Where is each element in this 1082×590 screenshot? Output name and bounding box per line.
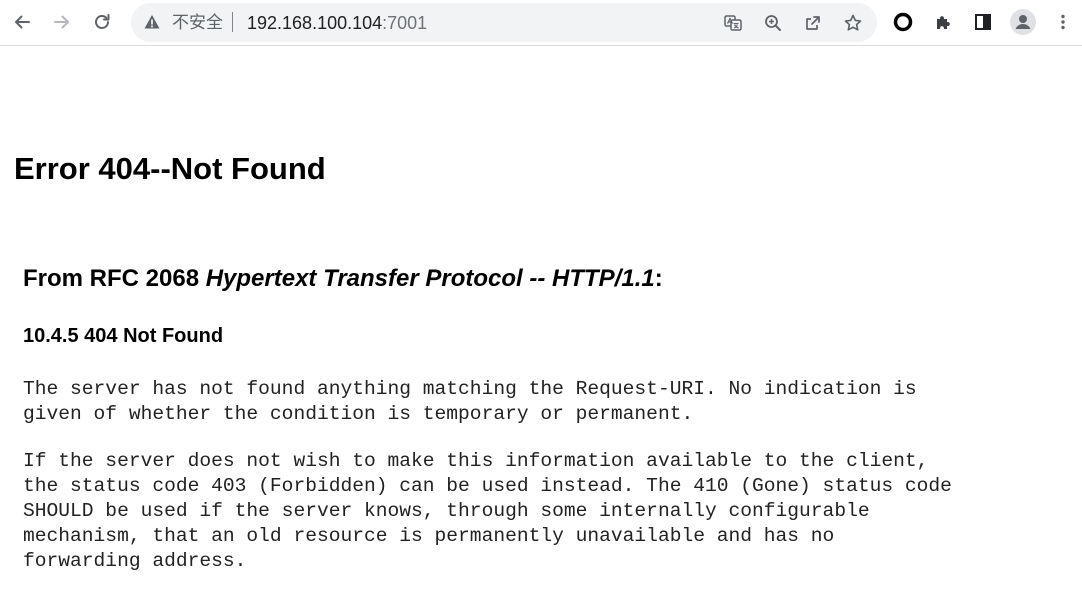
- paragraph-not-found: The server has not found anything matchi…: [23, 378, 917, 425]
- reload-button[interactable]: [87, 7, 117, 37]
- reload-icon: [95, 14, 110, 29]
- rfc-heading: From RFC 2068 Hypertext Transfer Protoco…: [23, 264, 663, 294]
- address-separator: [232, 12, 233, 32]
- paragraph-forbidden-gone: If the server does not wish to make this…: [23, 450, 952, 572]
- back-arrow-icon: [15, 15, 30, 29]
- address-bar[interactable]: 不安全 192.168.100.104:7001: [131, 3, 877, 42]
- forward-arrow-icon: [54, 15, 69, 29]
- profile-button[interactable]: [1008, 7, 1038, 37]
- extensions-button[interactable]: [928, 7, 958, 37]
- back-button[interactable]: [7, 7, 37, 37]
- share-icon[interactable]: [802, 12, 824, 34]
- rfc-heading-suffix: :: [654, 265, 663, 292]
- star-icon[interactable]: [842, 12, 864, 34]
- kebab-menu-icon: [1061, 14, 1065, 30]
- url-port: :7001: [382, 13, 428, 33]
- security-status-label[interactable]: 不安全: [172, 13, 223, 33]
- side-panel-icon: [975, 14, 991, 30]
- side-panel-button[interactable]: [968, 7, 998, 37]
- translate-icon[interactable]: [722, 12, 744, 34]
- ring-extension-button[interactable]: [888, 7, 918, 37]
- browser-toolbar: 不安全 192.168.100.104:7001: [0, 0, 1082, 46]
- page-title: Error 404--Not Found: [14, 151, 326, 186]
- url-host: 192.168.100.104: [247, 13, 383, 33]
- forward-button[interactable]: [47, 7, 77, 37]
- warning-triangle-icon[interactable]: [143, 13, 161, 31]
- section-heading: 10.4.5 404 Not Found: [23, 325, 224, 347]
- avatar-icon: [1010, 9, 1036, 35]
- puzzle-icon: [937, 16, 950, 29]
- browser-menu-button[interactable]: [1048, 7, 1078, 37]
- ring-icon: [893, 12, 913, 32]
- zoom-icon[interactable]: [762, 12, 784, 34]
- rfc-heading-prefix: From RFC 2068: [23, 265, 206, 292]
- url-text[interactable]: 192.168.100.104:7001: [247, 12, 427, 34]
- rfc-heading-title: Hypertext Transfer Protocol -- HTTP/1.1: [205, 265, 655, 292]
